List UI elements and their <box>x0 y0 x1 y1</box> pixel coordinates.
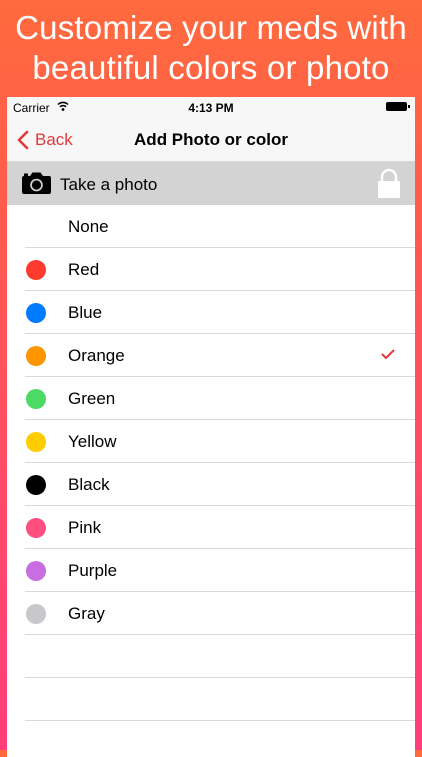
color-option-label: None <box>68 217 109 236</box>
color-option-blue[interactable]: Blue <box>7 291 415 334</box>
color-list: None Red Blue Orange Green Yellow Black Pink Pur… <box>7 205 415 757</box>
color-swatch <box>26 518 46 538</box>
color-option-label: Gray <box>68 604 105 623</box>
color-option-black[interactable]: Black <box>7 463 415 506</box>
take-photo-label: Take a photo <box>60 175 158 194</box>
navigation-bar: Back Add Photo or color <box>7 119 415 162</box>
checkmark-icon <box>381 349 395 359</box>
promo-headline: Customize your meds with beautiful color… <box>0 8 422 88</box>
color-option-red[interactable]: Red <box>7 248 415 291</box>
page-title: Add Photo or color <box>134 130 288 149</box>
color-swatch <box>26 561 46 581</box>
color-swatch <box>26 475 46 495</box>
color-swatch <box>26 604 46 624</box>
color-option-label: Blue <box>68 303 103 322</box>
color-option-none[interactable]: None <box>7 205 415 248</box>
empty-row <box>7 721 415 757</box>
headline-line-1: Customize your meds with <box>15 9 407 46</box>
color-option-label: Red <box>68 260 100 279</box>
color-swatch <box>26 303 46 323</box>
take-photo-row[interactable]: Take a photo <box>7 162 415 205</box>
status-time: 4:13 PM <box>188 101 234 115</box>
color-option-label: Orange <box>68 346 125 365</box>
empty-row <box>7 678 415 721</box>
color-option-label: Green <box>68 389 116 408</box>
battery-icon <box>386 102 410 111</box>
color-option-yellow[interactable]: Yellow <box>7 420 415 463</box>
color-option-purple[interactable]: Purple <box>7 549 415 592</box>
color-swatch <box>26 389 46 409</box>
camera-icon <box>22 172 51 194</box>
color-option-label: Yellow <box>68 432 117 451</box>
empty-row <box>7 635 415 678</box>
color-option-label: Pink <box>68 518 102 537</box>
color-option-label: Purple <box>68 561 118 580</box>
headline-line-2: beautiful colors or photo <box>32 49 390 86</box>
color-swatch <box>26 432 46 452</box>
color-option-orange[interactable]: Orange <box>7 334 415 377</box>
phone-screen: Carrier 4:13 PM Back Add Photo or color … <box>7 97 415 757</box>
status-bar: Carrier 4:13 PM <box>7 97 415 119</box>
color-swatch <box>26 260 46 280</box>
color-option-gray[interactable]: Gray <box>7 592 415 635</box>
color-option-green[interactable]: Green <box>7 377 415 420</box>
lock-icon <box>378 168 400 198</box>
color-option-label: Black <box>68 475 110 494</box>
color-swatch <box>26 346 46 366</box>
color-option-pink[interactable]: Pink <box>7 506 415 549</box>
